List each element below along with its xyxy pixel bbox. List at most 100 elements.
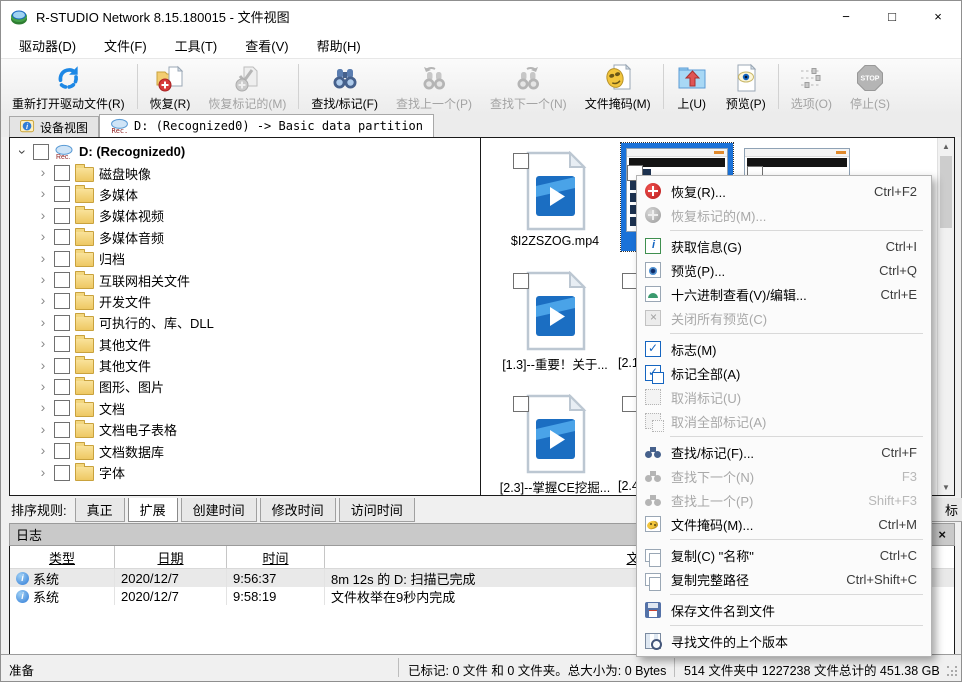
resize-grip[interactable]	[947, 666, 958, 677]
toolbar-find-next-button[interactable]: 查找下一个(N)	[481, 59, 576, 114]
file-item[interactable]: [1.3]--重要！关于...	[499, 271, 611, 373]
maximize-button[interactable]: □	[869, 1, 915, 32]
chevron-right-icon[interactable]	[37, 230, 49, 244]
chevron-right-icon[interactable]	[37, 466, 49, 480]
log-column-time[interactable]: 时间	[227, 546, 325, 568]
toolbar-stop-button[interactable]: STOP 停止(S)	[841, 59, 899, 114]
tree-item[interactable]: 磁盘映像	[10, 162, 480, 183]
checkbox[interactable]	[54, 358, 70, 374]
checkbox[interactable]	[54, 465, 70, 481]
checkbox[interactable]	[54, 315, 70, 331]
tree-root-drive[interactable]: Rec. D: (Recognized0)	[10, 141, 480, 162]
tree-item[interactable]: 多媒体音频	[10, 227, 480, 248]
tree-item[interactable]: 图形、图片	[10, 376, 480, 397]
menu-view[interactable]: 查看(V)	[231, 32, 302, 59]
chevron-right-icon[interactable]	[37, 187, 49, 201]
tree-item[interactable]: 文档	[10, 398, 480, 419]
tree-item[interactable]: 多媒体视频	[10, 205, 480, 226]
chevron-right-icon[interactable]	[37, 337, 49, 351]
menu-item-hex-view[interactable]: 十六进制查看(V)/编辑...Ctrl+E	[637, 282, 931, 306]
menu-item-file-mask[interactable]: 文件掩码(M)...Ctrl+M	[637, 512, 931, 536]
chevron-right-icon[interactable]	[37, 316, 49, 330]
checkbox[interactable]	[513, 273, 529, 289]
tree-item[interactable]: 其他文件	[10, 334, 480, 355]
checkbox[interactable]	[54, 186, 70, 202]
checkbox[interactable]	[513, 396, 529, 412]
checkbox[interactable]	[33, 144, 49, 160]
toolbar-file-mask-button[interactable]: 文件掩码(M)	[576, 59, 660, 114]
menu-drives[interactable]: 驱动器(D)	[5, 32, 90, 59]
scrollbar-thumb[interactable]	[940, 156, 952, 228]
menu-help[interactable]: 帮助(H)	[303, 32, 375, 59]
checkbox[interactable]	[54, 443, 70, 459]
toolbar-recover-marked-button[interactable]: 恢复标记的(M)	[199, 59, 295, 114]
checkbox[interactable]	[54, 165, 70, 181]
close-button[interactable]: ×	[915, 1, 961, 32]
menu-tools[interactable]: 工具(T)	[161, 32, 232, 59]
chevron-right-icon[interactable]	[37, 359, 49, 373]
chevron-right-icon[interactable]	[37, 380, 49, 394]
minimize-button[interactable]: −	[823, 1, 869, 32]
log-column-type[interactable]: 类型	[10, 546, 115, 568]
sort-tab-extension[interactable]: 扩展	[128, 498, 178, 522]
checkbox[interactable]	[54, 208, 70, 224]
menu-item-mark-all[interactable]: 标记全部(A)	[637, 361, 931, 385]
sort-tab-real[interactable]: 真正	[75, 498, 125, 522]
menu-item-preview[interactable]: 预览(P)...Ctrl+Q	[637, 258, 931, 282]
file-item[interactable]: [2.3]--掌握CE挖掘...	[499, 394, 611, 495]
tree-item[interactable]: 文档电子表格	[10, 419, 480, 440]
menu-item-save-filenames[interactable]: 保存文件名到文件	[637, 598, 931, 622]
sort-tab-accessed[interactable]: 访问时间	[339, 498, 415, 522]
vertical-scrollbar[interactable]: ▲ ▼	[937, 138, 954, 495]
log-close-icon[interactable]: ×	[938, 527, 946, 542]
checkbox[interactable]	[54, 336, 70, 352]
checkbox[interactable]	[54, 272, 70, 288]
checkbox[interactable]	[54, 400, 70, 416]
toolbar-preview-button[interactable]: 预览(P)	[717, 59, 775, 114]
chevron-right-icon[interactable]	[37, 401, 49, 415]
menu-item-find-mark[interactable]: 查找/标记(F)...Ctrl+F	[637, 440, 931, 464]
scroll-up-icon[interactable]: ▲	[938, 138, 954, 154]
tree-item[interactable]: 归档	[10, 248, 480, 269]
log-column-date[interactable]: 日期	[115, 546, 227, 568]
menu-item-recover[interactable]: 恢复(R)...Ctrl+F2	[637, 179, 931, 203]
scroll-down-icon[interactable]: ▼	[938, 479, 954, 495]
checkbox[interactable]	[54, 251, 70, 267]
menu-item-unmark-all[interactable]: 取消全部标记(A)	[637, 409, 931, 433]
tree-item[interactable]: 其他文件	[10, 355, 480, 376]
checkbox[interactable]	[513, 153, 529, 169]
chevron-right-icon[interactable]	[37, 423, 49, 437]
chevron-down-icon[interactable]	[15, 146, 29, 158]
chevron-right-icon[interactable]	[37, 209, 49, 223]
toolbar-options-button[interactable]: 选项(O)	[782, 59, 841, 114]
menu-item-unmark[interactable]: 取消标记(U)	[637, 385, 931, 409]
menu-item-recover-marked[interactable]: 恢复标记的(M)...	[637, 203, 931, 227]
tree-item[interactable]: 可执行的、库、DLL	[10, 312, 480, 333]
menu-file[interactable]: 文件(F)	[90, 32, 161, 59]
toolbar-up-button[interactable]: 上(U)	[667, 59, 717, 114]
tree-item[interactable]: 文档数据库	[10, 440, 480, 461]
sort-tab-modified[interactable]: 修改时间	[260, 498, 336, 522]
tree-item[interactable]: 字体	[10, 462, 480, 483]
menu-item-find-previous-versions[interactable]: 寻找文件的上个版本	[637, 629, 931, 653]
checkbox[interactable]	[54, 422, 70, 438]
sort-tab-created[interactable]: 创建时间	[181, 498, 257, 522]
menu-item-get-info[interactable]: 获取信息(G)Ctrl+I	[637, 234, 931, 258]
chevron-right-icon[interactable]	[37, 294, 49, 308]
menu-item-close-previews[interactable]: 关闭所有预览(C)	[637, 306, 931, 330]
tab-device-view[interactable]: i 设备视图	[9, 116, 99, 137]
chevron-right-icon[interactable]	[37, 252, 49, 266]
toolbar-recover-button[interactable]: 恢复(R)	[141, 59, 200, 114]
chevron-right-icon[interactable]	[37, 166, 49, 180]
chevron-right-icon[interactable]	[37, 444, 49, 458]
tree-item[interactable]: 开发文件	[10, 291, 480, 312]
toolbar-find-previous-button[interactable]: 查找上一个(P)	[387, 59, 481, 114]
tab-partition-view[interactable]: Rec. D: (Recognized0) -> Basic data part…	[99, 114, 434, 137]
menu-item-copy-name[interactable]: 复制(C) "名称"Ctrl+C	[637, 543, 931, 567]
file-item[interactable]: $I2ZSZOG.mp4	[499, 151, 611, 248]
menu-item-copy-full-path[interactable]: 复制完整路径Ctrl+Shift+C	[637, 567, 931, 591]
checkbox[interactable]	[54, 293, 70, 309]
checkbox[interactable]	[54, 379, 70, 395]
menu-item-find-next[interactable]: 查找下一个(N)F3	[637, 464, 931, 488]
menu-item-mark[interactable]: 标志(M)	[637, 337, 931, 361]
